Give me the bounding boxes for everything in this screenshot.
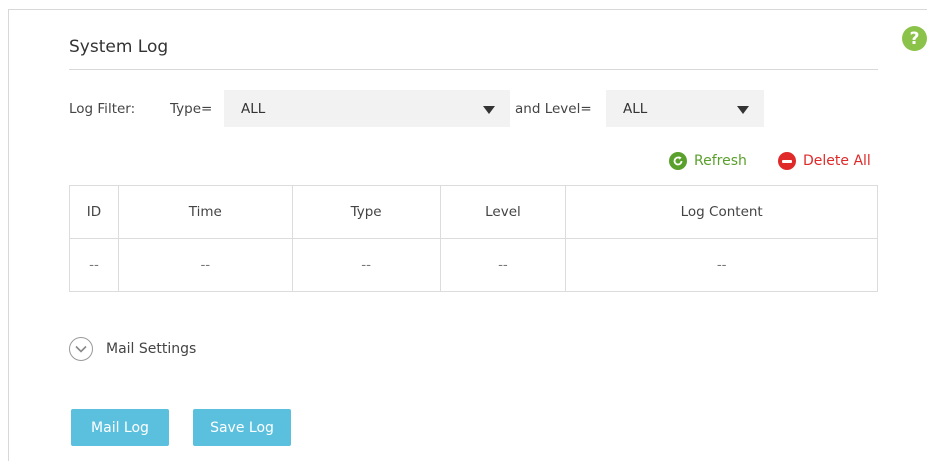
- dropdown-arrow-icon: [737, 106, 749, 114]
- table-cell: --: [439, 238, 567, 292]
- dropdown-arrow-icon: [483, 106, 495, 114]
- column-header-id: ID: [69, 185, 119, 239]
- type-select[interactable]: ALL: [224, 90, 510, 127]
- column-header-time: Time: [117, 185, 293, 239]
- refresh-label: Refresh: [694, 153, 747, 169]
- minus-circle-icon: [778, 152, 796, 170]
- mail-log-button[interactable]: Mail Log: [71, 409, 169, 446]
- save-log-button[interactable]: Save Log: [193, 409, 291, 446]
- mail-settings-label: Mail Settings: [106, 341, 197, 357]
- help-icon[interactable]: ?: [902, 26, 927, 51]
- mail-settings-toggle[interactable]: Mail Settings: [69, 337, 196, 361]
- chevron-down-icon: [69, 337, 93, 361]
- column-header-level: Level: [439, 185, 567, 239]
- log-table: ID Time Type Level Log Content -- -- -- …: [69, 185, 878, 292]
- type-select-value: ALL: [241, 100, 266, 117]
- column-header-type: Type: [291, 185, 441, 239]
- level-select-value: ALL: [623, 100, 648, 117]
- table-row: -- -- -- -- --: [69, 238, 878, 292]
- table-cell: --: [291, 238, 441, 292]
- column-header-log-content: Log Content: [565, 185, 878, 239]
- table-cell: --: [117, 238, 293, 292]
- title-divider: [69, 69, 878, 70]
- delete-all-button[interactable]: Delete All: [778, 152, 871, 170]
- refresh-icon: [669, 152, 687, 170]
- table-cell: --: [69, 238, 119, 292]
- level-label: and Level=: [515, 101, 592, 117]
- log-filter-label: Log Filter:: [69, 101, 136, 117]
- refresh-button[interactable]: Refresh: [669, 152, 747, 170]
- page-title: System Log: [69, 37, 169, 57]
- table-cell: --: [565, 238, 878, 292]
- table-header-row: ID Time Type Level Log Content: [69, 185, 878, 239]
- level-select[interactable]: ALL: [606, 90, 764, 127]
- type-label: Type=: [170, 101, 213, 117]
- delete-all-label: Delete All: [803, 153, 871, 169]
